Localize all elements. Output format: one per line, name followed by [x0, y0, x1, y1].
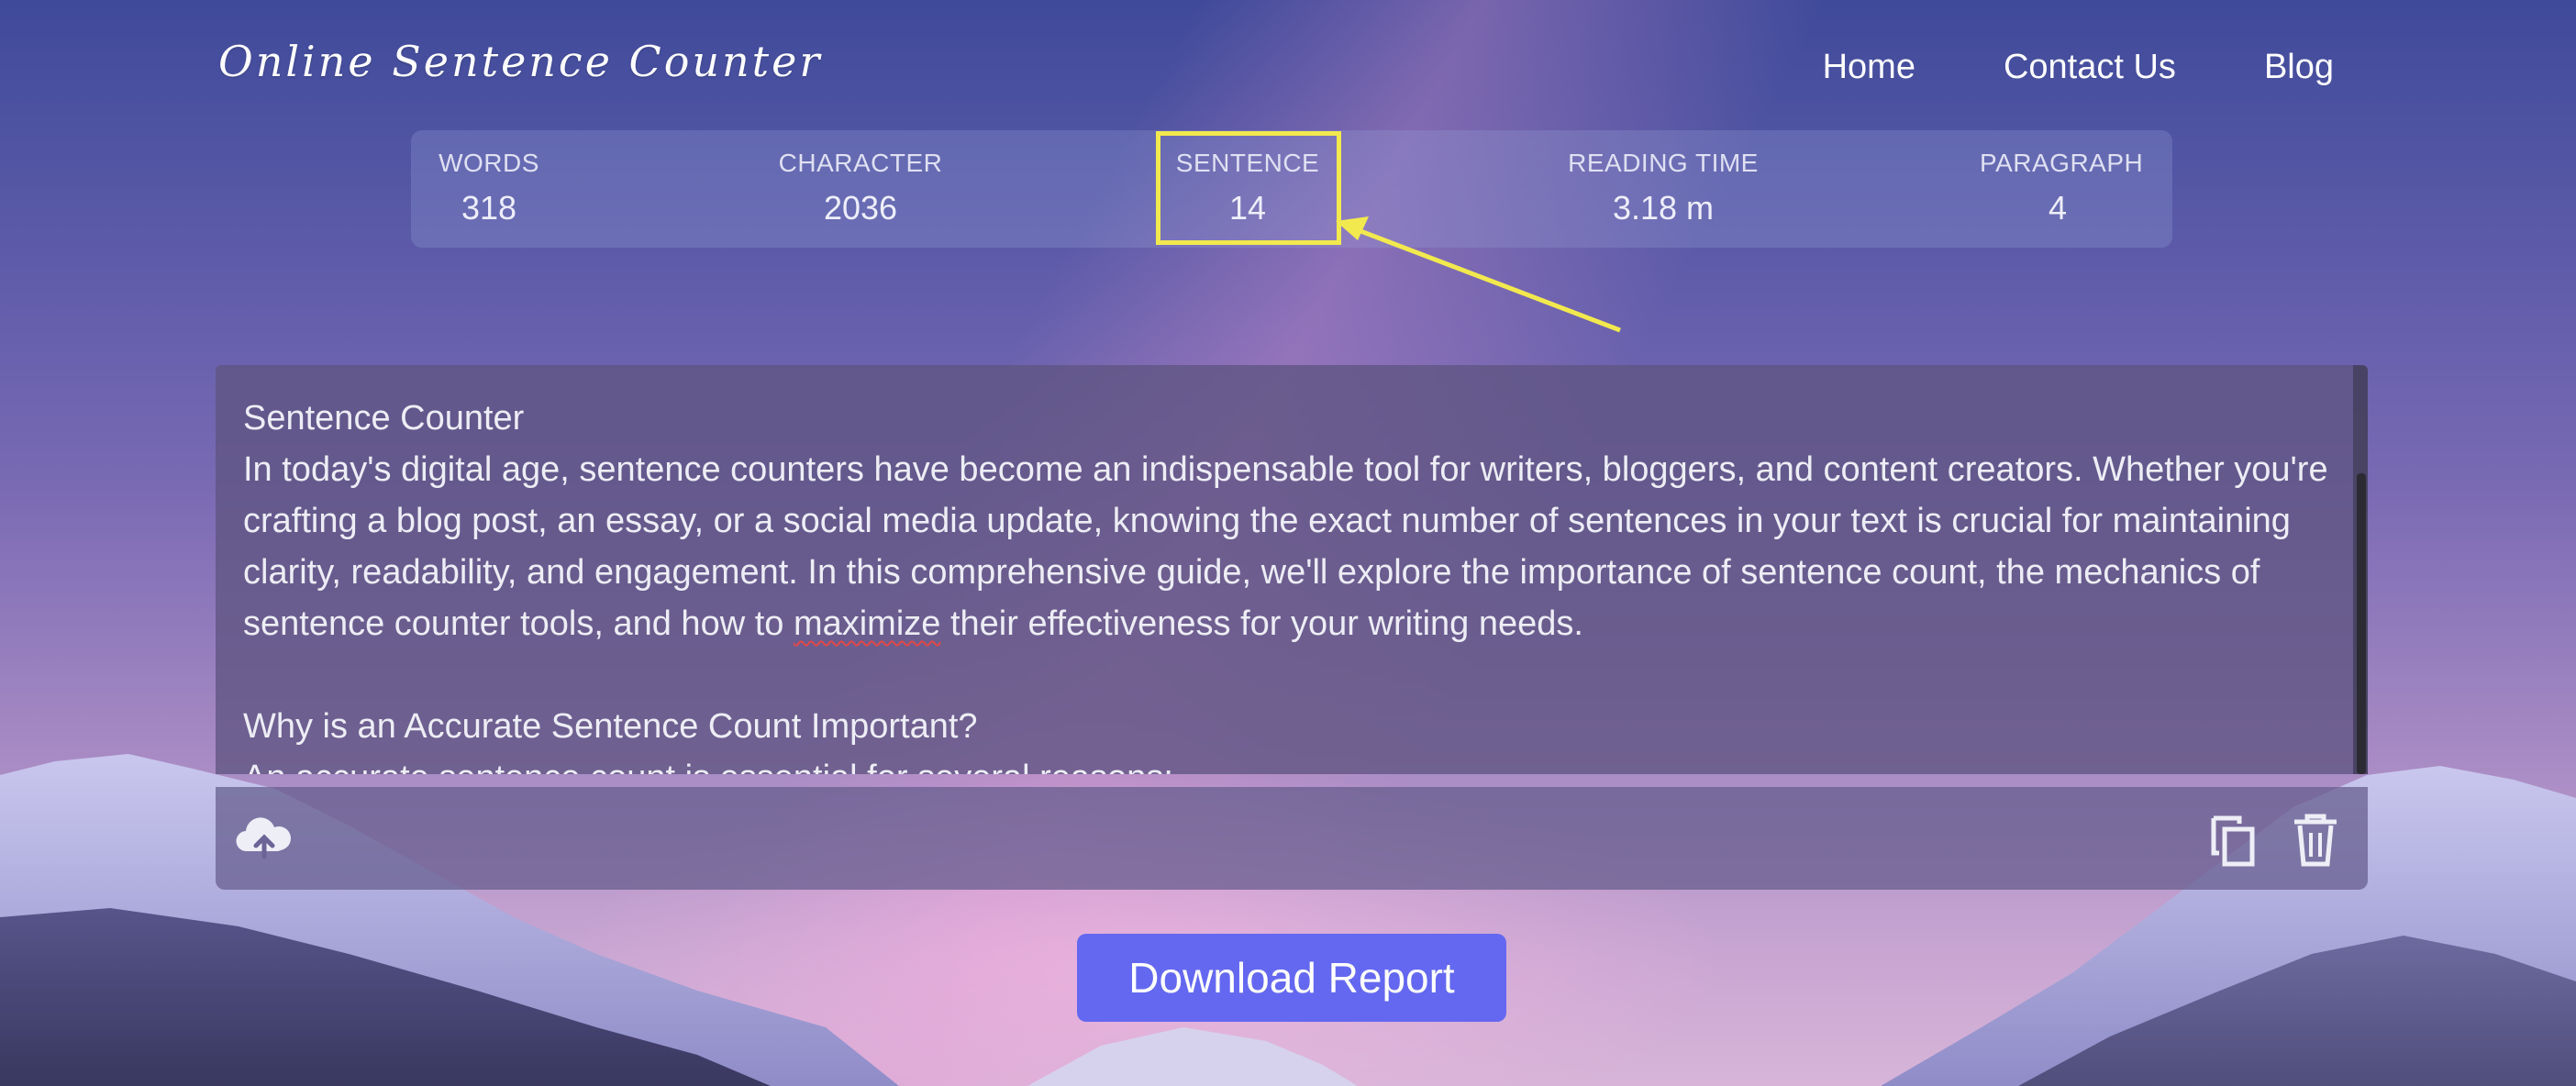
download-report-button[interactable]: Download Report — [1077, 934, 1506, 1022]
nav-contact-us[interactable]: Contact Us — [2004, 48, 2176, 87]
trash-icon[interactable] — [2285, 809, 2346, 870]
stat-reading-time-label: READING TIME — [1568, 149, 1759, 177]
stat-character-label: CHARACTER — [778, 149, 943, 177]
stat-paragraph-label: PARAGRAPH — [1980, 149, 2144, 177]
stat-words-label: WORDS — [439, 149, 539, 177]
editor-paragraph-1: In today's digital age, sentence counter… — [243, 444, 2331, 649]
editor-heading-2: Why is an Accurate Sentence Count Import… — [243, 707, 978, 746]
stat-character-value: 2036 — [823, 189, 898, 227]
stat-words: WORDS 318 — [439, 149, 539, 227]
text-editor[interactable]: Sentence Counter In today's digital age,… — [216, 365, 2368, 774]
scrollbar-thumb[interactable] — [2357, 473, 2366, 774]
stat-words-value: 318 — [461, 189, 517, 227]
copy-icon[interactable] — [2203, 809, 2263, 870]
stat-reading-time-value: 3.18 m — [1612, 189, 1715, 227]
main-nav: Home Contact Us Blog — [1823, 48, 2334, 87]
stat-paragraph-value: 4 — [2048, 189, 2068, 227]
stat-character: CHARACTER 2036 — [769, 149, 952, 227]
editor-scrollbar[interactable] — [2353, 365, 2368, 774]
nav-home[interactable]: Home — [1823, 48, 1915, 87]
stat-paragraph: PARAGRAPH 4 — [1980, 149, 2144, 227]
sentence-highlight-box — [1156, 131, 1341, 245]
editor-partial-line: An accurate sentence count is essential … — [243, 752, 2331, 774]
editor-content[interactable]: Sentence Counter In today's digital age,… — [243, 393, 2331, 774]
cloud-upload-icon[interactable] — [234, 809, 294, 870]
nav-blog[interactable]: Blog — [2264, 48, 2334, 87]
editor-toolbar — [216, 787, 2368, 890]
spellcheck-flagged-word[interactable]: maximize — [794, 604, 940, 643]
paragraph-1-text-b: their effectiveness for your writing nee… — [940, 604, 1583, 643]
site-logo[interactable]: Online Sentence Counter — [218, 37, 822, 86]
page: Online Sentence Counter Home Contact Us … — [0, 0, 2576, 1086]
editor-title: Sentence Counter — [243, 399, 525, 438]
stat-reading-time: READING TIME 3.18 m — [1539, 149, 1787, 227]
